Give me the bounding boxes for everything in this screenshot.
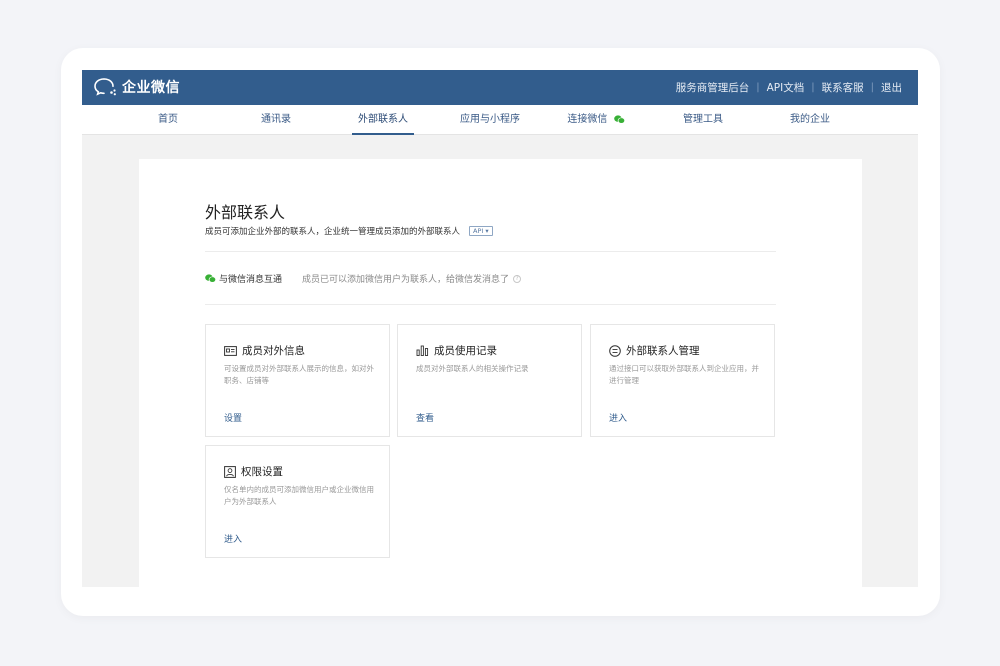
service-provider-link[interactable]: 服务商管理后台 — [676, 80, 750, 95]
header-links: 服务商管理后台 | API文档 | 联系客服 | 退出 — [676, 80, 902, 95]
logout-link[interactable]: 退出 — [881, 80, 902, 95]
main-content: 外部联系人 成员可添加企业外部的联系人，企业统一管理成员添加的外部联系人 API… — [139, 159, 862, 587]
page-title: 外部联系人 — [205, 203, 286, 222]
card-member-external-info: 成员对外信息 可设置成员对外部联系人展示的信息，如对外职务、店铺等 设置 — [205, 324, 390, 437]
main-nav: 首页 通讯录 外部联系人 应用与小程序 连接微信 管理工具 我的企业 — [82, 105, 918, 135]
nav-label: 连接微信 — [567, 114, 608, 125]
card-title: 成员对外信息 — [242, 345, 305, 357]
nav-home[interactable]: 首页 — [148, 105, 188, 135]
brand-name: 企业微信 — [122, 80, 180, 96]
card-description: 通过接口可以获取外部联系人到企业应用，并进行管理 — [609, 364, 759, 385]
card-external-contact-management: 外部联系人管理 通过接口可以获取外部联系人到企业应用，并进行管理 进入 — [590, 324, 775, 437]
divider — [205, 251, 776, 252]
divider: | — [756, 82, 760, 93]
card-header: 外部联系人管理 — [609, 343, 700, 358]
nav-label: 首页 — [158, 114, 178, 125]
nav-my-company[interactable]: 我的企业 — [786, 105, 834, 135]
card-header: 成员使用记录 — [416, 343, 497, 358]
nav-management-tools[interactable]: 管理工具 — [679, 105, 727, 135]
help-icon[interactable]: ? — [513, 274, 522, 283]
top-header: 企业微信 服务商管理后台 | API文档 | 联系客服 | 退出 — [82, 70, 918, 105]
api-tag[interactable]: API ▾ — [469, 226, 493, 236]
page-description: 成员可添加企业外部的联系人，企业统一管理成员添加的外部联系人 API ▾ — [205, 225, 493, 237]
brand-logo[interactable]: 企业微信 — [94, 77, 180, 97]
enter-link[interactable]: 进入 — [224, 532, 242, 545]
nav-label: 管理工具 — [683, 114, 723, 125]
id-card-icon — [224, 346, 237, 356]
user-permission-icon — [224, 465, 236, 478]
card-header: 成员对外信息 — [224, 343, 305, 358]
nav-label: 我的企业 — [790, 114, 830, 125]
divider: | — [811, 82, 815, 93]
api-docs-link[interactable]: API文档 — [767, 80, 805, 95]
bar-chart-icon — [416, 345, 429, 356]
wechat-interop-label: 与微信消息互通 — [219, 275, 283, 285]
wechat-icon — [613, 114, 625, 124]
divider: | — [870, 82, 874, 93]
card-title: 外部联系人管理 — [626, 345, 700, 357]
card-header: 权限设置 — [224, 464, 283, 479]
nav-label: 通讯录 — [261, 114, 291, 125]
nav-apps[interactable]: 应用与小程序 — [458, 105, 522, 135]
wework-logo-icon — [94, 78, 116, 96]
card-title: 权限设置 — [241, 466, 283, 478]
enter-link[interactable]: 进入 — [609, 411, 627, 424]
wechat-icon — [205, 274, 216, 283]
nav-label: 外部联系人 — [358, 114, 408, 125]
contact-support-link[interactable]: 联系客服 — [822, 80, 864, 95]
nav-connect-wechat[interactable]: 连接微信 — [566, 105, 626, 135]
wechat-interop-row: 与微信消息互通 成员已可以添加微信用户为联系人，给微信发消息了 ? — [205, 272, 522, 285]
card-description: 仅名单内的成员可添加微信用户或企业微信用户为外部联系人 — [224, 485, 374, 506]
settings-link[interactable]: 设置 — [224, 411, 242, 424]
card-permission-settings: 权限设置 仅名单内的成员可添加微信用户或企业微信用户为外部联系人 进入 — [205, 445, 390, 558]
app-window: 企业微信 服务商管理后台 | API文档 | 联系客服 | 退出 首页 通讯录 … — [82, 70, 918, 587]
divider — [205, 304, 776, 305]
nav-external-contacts[interactable]: 外部联系人 — [352, 105, 414, 135]
view-link[interactable]: 查看 — [416, 411, 434, 424]
card-description: 可设置成员对外部联系人展示的信息，如对外职务、店铺等 — [224, 364, 374, 385]
description-text: 成员可添加企业外部的联系人，企业统一管理成员添加的外部联系人 — [205, 227, 461, 237]
wechat-interop-tip: 成员已可以添加微信用户为联系人，给微信发消息了 — [302, 275, 510, 285]
card-title: 成员使用记录 — [434, 345, 497, 357]
nav-label: 应用与小程序 — [460, 114, 520, 125]
card-description: 成员对外部联系人的相关操作记录 — [416, 364, 529, 373]
card-member-usage-records: 成员使用记录 成员对外部联系人的相关操作记录 查看 — [397, 324, 582, 437]
api-tag-label: API — [473, 227, 484, 235]
chat-manage-icon — [609, 344, 621, 357]
nav-contacts[interactable]: 通讯录 — [250, 105, 302, 135]
